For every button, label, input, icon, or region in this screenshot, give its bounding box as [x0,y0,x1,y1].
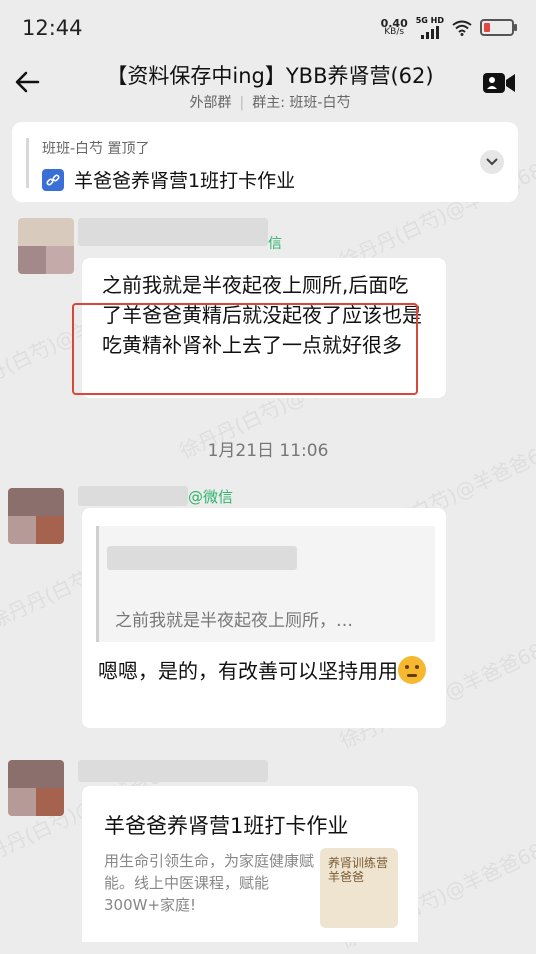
chat-header: 【资料保存中ing】YBB养肾营(62) 外部群 | 群主: 班班-白芍 [0,58,536,114]
clock: 12:44 [22,16,83,40]
pinned-divider [26,138,29,188]
pinned-meta: 班班-白芍 置顶了 [42,141,150,157]
chevron-down-icon[interactable] [480,150,504,174]
sender-name-blurred [78,760,268,782]
quoted-text: 之前我就是半夜起夜上厕所，… [115,611,353,631]
link-icon [42,168,64,191]
link-card[interactable]: 羊爸爸养肾营1班打卡作业 用生命引领生命，为家庭健康赋能。线上中医课程，赋能30… [82,786,418,942]
card-thumbnail: 养肾训练营 羊爸爸 [320,848,398,928]
network-label: 5G HD [416,16,444,39]
group-owner-label: 群主: 班班-白芍 [252,95,351,111]
timestamp: 1月21日 11:06 [207,441,329,461]
speed-unit: KB/s [384,26,405,37]
message-bubble[interactable]: 之前我就是半夜起夜上厕所，… 嗯嗯，是的，有改善可以坚持用用 [82,508,446,728]
avatar[interactable] [8,488,64,544]
status-bar: 12:44 0.40 KB/s 5G HD [0,0,536,58]
sender-tag: @微信 [188,488,234,506]
sender-name-blurred [78,218,268,246]
reply-text: 嗯嗯，是的，有改善可以坚持用用 [98,659,398,683]
chat-subtitle: 外部群 | 群主: 班班-白芍 [189,95,351,111]
battery-icon [480,19,517,36]
wifi-icon [452,20,472,36]
group-type-label: 外部群 [189,95,232,111]
message-text: 嗯嗯，是的，有改善可以坚持用用 [98,656,428,686]
thinking-emoji-icon [398,656,426,684]
sender-name-blurred [78,486,188,506]
sender-tag: 信 [268,236,282,252]
network-speed: 0.40 KB/s [381,18,408,37]
network-type: 5G HD [415,16,444,25]
quoted-sender-blurred [107,546,297,570]
chat-title: 【资料保存中ing】YBB养肾营(62) [106,64,434,88]
avatar[interactable] [8,760,64,816]
pinned-title[interactable]: 羊爸爸养肾营1班打卡作业 [74,166,295,193]
video-call-icon[interactable] [482,70,516,96]
thumbnail-text: 养肾训练营 羊爸爸 [328,856,389,884]
signal-icon [420,25,439,39]
quoted-message[interactable]: 之前我就是半夜起夜上厕所，… [96,526,435,642]
avatar[interactable] [18,218,74,274]
highlight-box [72,303,418,395]
pinned-message[interactable]: 班班-白芍 置顶了 羊爸爸养肾营1班打卡作业 [12,122,518,202]
card-description: 用生命引领生命，为家庭健康赋能。线上中医课程，赋能300W+家庭! [104,852,315,914]
back-arrow-icon[interactable] [12,66,44,98]
card-title: 羊爸爸养肾营1班打卡作业 [104,814,349,838]
